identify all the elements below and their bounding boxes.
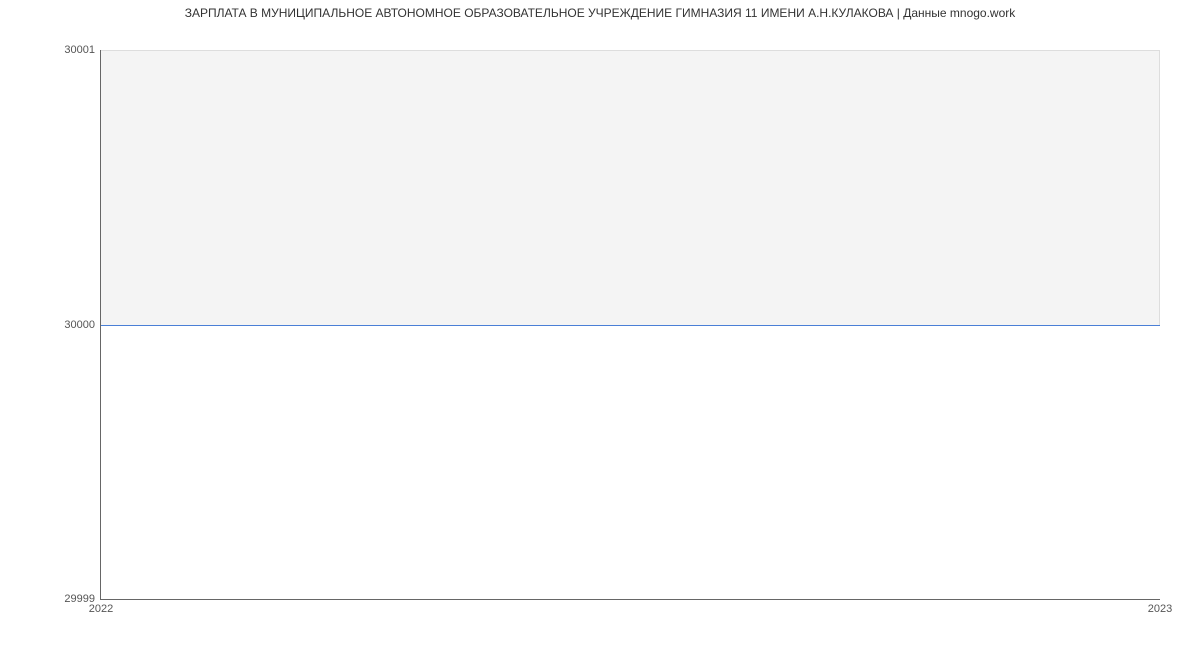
chart-container: 30001 30000 29999 2022 2023 xyxy=(100,50,1160,600)
data-line xyxy=(101,325,1160,326)
plot-area: 30001 30000 29999 2022 2023 xyxy=(100,50,1160,600)
y-tick-label: 30001 xyxy=(64,44,101,56)
x-tick-label: 2023 xyxy=(1148,599,1172,615)
plot-upper-region xyxy=(101,50,1160,325)
x-tick-label: 2022 xyxy=(89,599,113,615)
chart-title: ЗАРПЛАТА В МУНИЦИПАЛЬНОЕ АВТОНОМНОЕ ОБРА… xyxy=(0,0,1200,24)
y-tick-label: 30000 xyxy=(64,319,101,331)
